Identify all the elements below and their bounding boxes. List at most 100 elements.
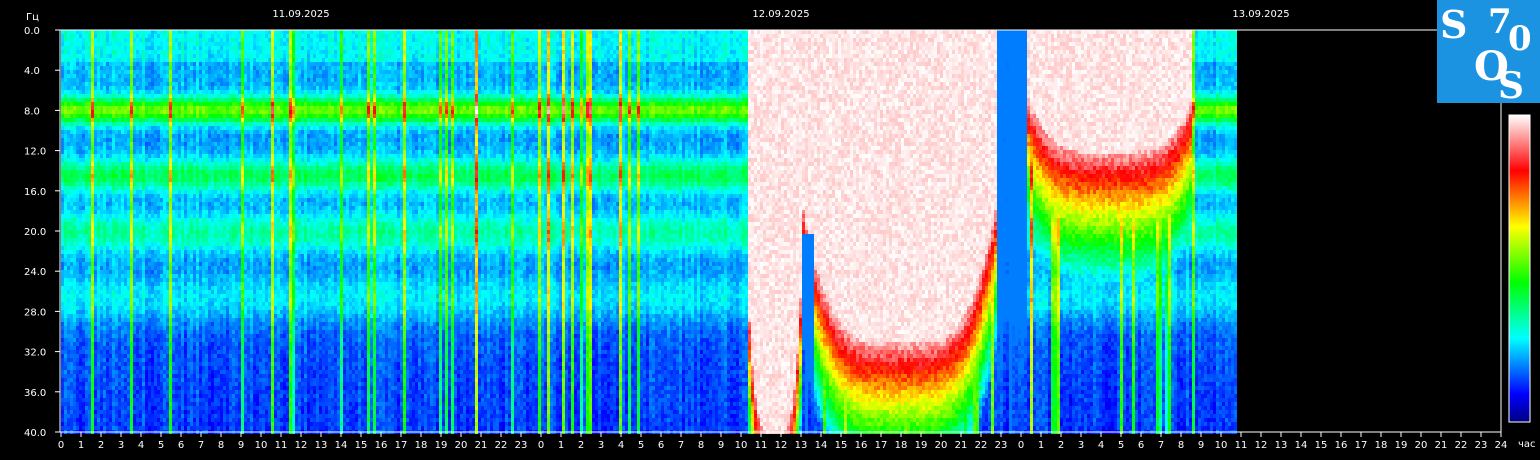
heatmap-cell <box>73 98 76 102</box>
heatmap-cell <box>79 258 82 262</box>
heatmap-cell <box>64 418 67 422</box>
heatmap-cell <box>82 326 85 330</box>
heatmap-cell <box>67 94 70 98</box>
heatmap-cell <box>61 342 64 346</box>
heatmap-cell <box>79 242 82 246</box>
heatmap-cell <box>85 346 88 350</box>
heatmap-cell <box>61 166 64 170</box>
heatmap-cell <box>82 254 85 258</box>
heatmap-cell <box>82 242 85 246</box>
heatmap-cell <box>85 230 88 234</box>
heatmap-cell <box>64 134 67 138</box>
heatmap-cell <box>79 170 82 174</box>
heatmap-cell <box>67 290 70 294</box>
heatmap-cell <box>85 274 88 278</box>
heatmap-cell <box>67 214 70 218</box>
heatmap-cell <box>70 82 73 86</box>
heatmap-cell <box>76 266 79 270</box>
heatmap-cell <box>85 162 88 166</box>
heatmap-cell <box>70 86 73 90</box>
heatmap-cell <box>79 390 82 394</box>
heatmap-cell <box>88 174 91 178</box>
heatmap-cell <box>79 362 82 366</box>
heatmap-cell <box>67 338 70 342</box>
heatmap-cell <box>79 346 82 350</box>
heatmap-cell <box>73 390 76 394</box>
heatmap-cell <box>85 194 88 198</box>
heatmap-cell <box>76 198 79 202</box>
heatmap-cell <box>61 390 64 394</box>
heatmap-cell <box>79 282 82 286</box>
heatmap-cell <box>70 342 73 346</box>
heatmap-cell <box>61 30 64 34</box>
heatmap-cell <box>79 238 82 242</box>
heatmap-cell <box>82 122 85 126</box>
heatmap-cell <box>61 306 64 310</box>
heatmap-cell <box>67 218 70 222</box>
heatmap-cell <box>85 210 88 214</box>
heatmap-cell <box>61 334 64 338</box>
heatmap-cell <box>61 194 64 198</box>
heatmap-cell <box>79 178 82 182</box>
heatmap-cell <box>76 426 79 430</box>
heatmap-cell <box>82 158 85 162</box>
heatmap-cell <box>82 410 85 414</box>
heatmap-cell <box>79 34 82 38</box>
heatmap-cell <box>76 378 79 382</box>
heatmap-cell <box>82 210 85 214</box>
heatmap-cell <box>67 150 70 154</box>
heatmap-cell <box>73 182 76 186</box>
heatmap-cell <box>76 94 79 98</box>
heatmap-cell <box>76 142 79 146</box>
heatmap-cell <box>61 86 64 90</box>
heatmap-cell <box>64 306 67 310</box>
heatmap-cell <box>79 354 82 358</box>
heatmap-cell <box>82 386 85 390</box>
heatmap-cell <box>61 186 64 190</box>
heatmap-cell <box>73 398 76 402</box>
heatmap-cell <box>85 202 88 206</box>
heatmap-cell <box>82 402 85 406</box>
heatmap-cell <box>73 206 76 210</box>
heatmap-cell <box>85 78 88 82</box>
heatmap-cell <box>70 290 73 294</box>
heatmap-cell <box>82 234 85 238</box>
heatmap-cell <box>79 382 82 386</box>
heatmap-cell <box>79 402 82 406</box>
heatmap-cell <box>79 138 82 142</box>
heatmap-cell <box>64 206 67 210</box>
heatmap-cell <box>76 186 79 190</box>
heatmap-cell <box>67 206 70 210</box>
heatmap-cell <box>61 322 64 326</box>
heatmap-cell <box>76 126 79 130</box>
heatmap-cell <box>67 198 70 202</box>
heatmap-cell <box>76 350 79 354</box>
heatmap-cell <box>85 58 88 62</box>
heatmap-cell <box>61 238 64 242</box>
heatmap-cell <box>70 66 73 70</box>
heatmap-cell <box>79 190 82 194</box>
heatmap-cell <box>85 218 88 222</box>
heatmap-cell <box>79 286 82 290</box>
heatmap-cell <box>73 234 76 238</box>
heatmap-cell <box>70 314 73 318</box>
heatmap-cell <box>67 386 70 390</box>
heatmap-cell <box>85 254 88 258</box>
heatmap-cell <box>82 274 85 278</box>
heatmap-cell <box>76 370 79 374</box>
heatmap-cell <box>76 206 79 210</box>
heatmap-cell <box>70 418 73 422</box>
heatmap-cell <box>67 318 70 322</box>
heatmap-cell <box>67 406 70 410</box>
heatmap-cell <box>82 362 85 366</box>
heatmap-cell <box>79 338 82 342</box>
heatmap-cell <box>64 110 67 114</box>
heatmap-cell <box>82 114 85 118</box>
heatmap-cell <box>88 150 91 154</box>
heatmap-cell <box>61 350 64 354</box>
heatmap-cell <box>67 58 70 62</box>
heatmap-cell <box>70 130 73 134</box>
heatmap-cell <box>70 54 73 58</box>
heatmap-cell <box>76 82 79 86</box>
heatmap-cell <box>85 422 88 426</box>
